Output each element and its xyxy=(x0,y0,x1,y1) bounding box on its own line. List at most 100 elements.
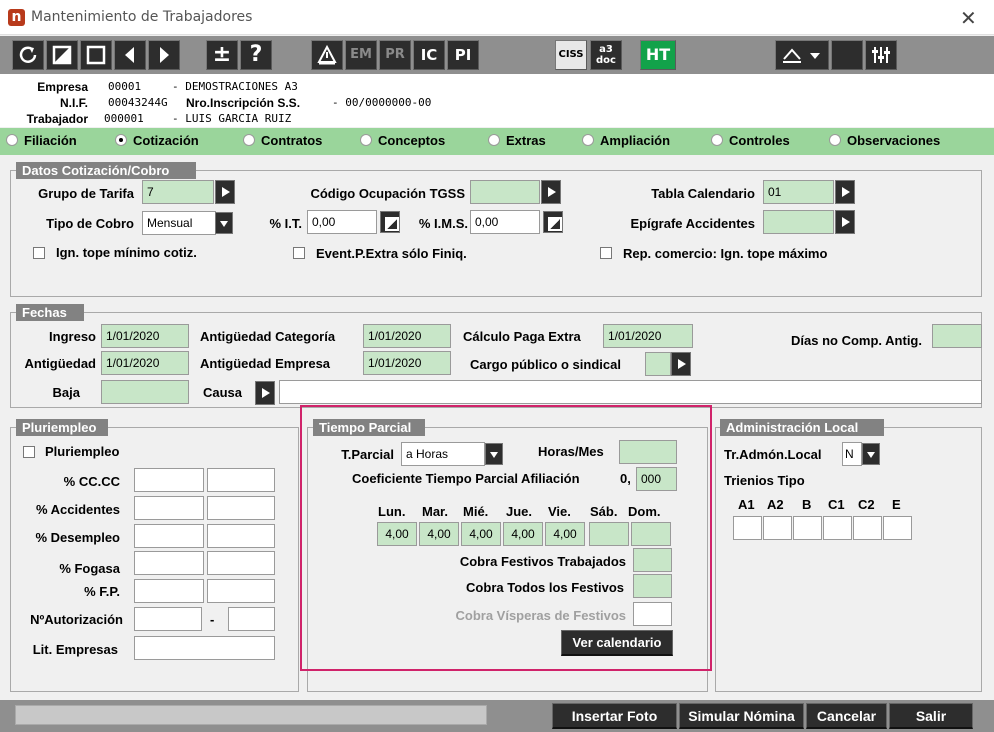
antiguedad-field[interactable]: 1/01/2020 xyxy=(101,351,189,375)
trienio-a2-field[interactable] xyxy=(763,516,792,540)
pr-button[interactable]: PR xyxy=(379,40,411,70)
next-icon[interactable] xyxy=(148,40,180,70)
tr-admon-label: Tr.Admón.Local xyxy=(724,447,822,462)
tab-ampliacion[interactable]: Ampliación xyxy=(582,133,670,148)
new-record-icon[interactable] xyxy=(80,40,112,70)
codigo-ocupacion-picker-icon[interactable] xyxy=(541,180,561,204)
refresh-icon[interactable] xyxy=(12,40,44,70)
tabla-calendario-field[interactable]: 01 xyxy=(763,180,834,204)
dias-no-comp-field[interactable] xyxy=(932,324,982,348)
ingreso-label: Ingreso xyxy=(49,329,96,344)
fp-field-1[interactable] xyxy=(134,579,204,603)
insertar-foto-button[interactable]: Insertar Foto xyxy=(552,703,677,729)
tab-extras[interactable]: Extras xyxy=(488,133,546,148)
tab-contratos[interactable]: Contratos xyxy=(243,133,322,148)
previous-icon[interactable] xyxy=(114,40,146,70)
fp-field-2[interactable] xyxy=(207,579,275,603)
pi-button[interactable]: PI xyxy=(447,40,479,70)
desempleo-field-1[interactable] xyxy=(134,524,204,548)
cargo-publico-field[interactable] xyxy=(645,352,671,376)
ht-button[interactable]: HT xyxy=(640,40,676,70)
ic-button[interactable]: IC xyxy=(413,40,445,70)
autorizacion-field-2[interactable] xyxy=(228,607,275,631)
cargo-publico-picker-icon[interactable] xyxy=(671,352,691,376)
tab-conceptos-label: Conceptos xyxy=(378,133,446,148)
accidentes-field-1[interactable] xyxy=(134,496,204,520)
tab-cotizacion[interactable]: Cotización xyxy=(115,133,199,148)
trabajador-label: Trabajador xyxy=(26,112,88,126)
edit-icon[interactable] xyxy=(46,40,78,70)
a3doc-line2: doc xyxy=(596,55,616,66)
antig-categoria-field[interactable]: 1/01/2020 xyxy=(363,324,451,348)
salir-button[interactable]: Salir xyxy=(889,703,973,729)
baja-field[interactable] xyxy=(101,380,189,404)
tr-admon-dropdown-icon[interactable] xyxy=(862,443,880,465)
layout-menu-icon[interactable] xyxy=(775,40,829,70)
ims-field[interactable]: 0,00 xyxy=(470,210,540,234)
trienio-a2-label: A2 xyxy=(767,497,784,512)
ims-calc-icon[interactable] xyxy=(543,211,563,233)
cc-field-1[interactable] xyxy=(134,468,204,492)
a3doc-button[interactable]: a3 doc xyxy=(590,40,622,70)
tab-controles[interactable]: Controles xyxy=(711,133,790,148)
grupo-tarifa-field[interactable]: 7 xyxy=(142,180,214,204)
desempleo-field-2[interactable] xyxy=(207,524,275,548)
it-field[interactable]: 0,00 xyxy=(307,210,377,234)
lit-empresas-field[interactable] xyxy=(134,636,275,660)
trienio-b-field[interactable] xyxy=(793,516,822,540)
cancelar-button[interactable]: Cancelar xyxy=(806,703,887,729)
ingreso-field[interactable]: 1/01/2020 xyxy=(101,324,189,348)
trienios-label: Trienios Tipo xyxy=(724,473,805,488)
tab-bar: Filiación Cotización Contratos Conceptos… xyxy=(0,128,994,155)
em-button[interactable]: EM xyxy=(345,40,377,70)
tab-conceptos[interactable]: Conceptos xyxy=(360,133,445,148)
tr-admon-select[interactable]: N xyxy=(842,442,862,466)
cc-field-2[interactable] xyxy=(207,468,275,492)
tab-filiacion[interactable]: Filiación xyxy=(6,133,77,148)
rep-comercio-checkbox[interactable] xyxy=(600,247,612,259)
fogasa-field-2[interactable] xyxy=(207,551,275,575)
antig-empresa-field[interactable]: 1/01/2020 xyxy=(363,351,451,375)
sliders-icon[interactable] xyxy=(865,40,897,70)
simular-nomina-button[interactable]: Simular Nómina xyxy=(679,703,804,729)
ciss-button[interactable]: CISS xyxy=(555,40,587,70)
trienio-c1-field[interactable] xyxy=(823,516,852,540)
tabla-calendario-picker-icon[interactable] xyxy=(835,180,855,204)
title-bar: n Mantenimiento de Trabajadores ✕ xyxy=(0,0,994,35)
tipo-cobro-dropdown-icon[interactable] xyxy=(215,212,233,234)
trienio-e-field[interactable] xyxy=(883,516,912,540)
event-extra-checkbox[interactable] xyxy=(293,247,305,259)
alert-icon[interactable] xyxy=(311,40,343,70)
trienio-c2-field[interactable] xyxy=(853,516,882,540)
footer-bar: Insertar Foto Simular Nómina Cancelar Sa… xyxy=(0,700,994,732)
antiguedad-label: Antigüedad xyxy=(24,356,97,371)
ign-tope-min-checkbox[interactable] xyxy=(33,247,45,259)
fogasa-field-1[interactable] xyxy=(134,551,204,575)
epigrafe-field[interactable] xyxy=(763,210,834,234)
autorizacion-field-1[interactable] xyxy=(134,607,202,631)
blank-tool-button[interactable] xyxy=(831,40,863,70)
tipo-cobro-select[interactable]: Mensual xyxy=(142,211,216,235)
dias-no-comp-label: Días no Comp. Antig. xyxy=(791,333,922,348)
causa-picker-icon[interactable] xyxy=(255,381,275,405)
ign-tope-min-label: Ign. tope mínimo cotiz. xyxy=(56,245,197,260)
tab-observaciones[interactable]: Observaciones xyxy=(829,133,940,148)
radio-icon xyxy=(488,134,500,146)
causa-field[interactable] xyxy=(279,380,982,404)
pluriempleo-checkbox[interactable] xyxy=(23,446,35,458)
it-label: % I.T. xyxy=(269,216,302,231)
accidentes-field-2[interactable] xyxy=(207,496,275,520)
radio-icon xyxy=(829,134,841,146)
lit-empresas-label: Lit. Empresas xyxy=(32,642,118,657)
epigrafe-label: Epígrafe Accidentes xyxy=(630,216,755,231)
grupo-tarifa-picker-icon[interactable] xyxy=(215,180,235,204)
calculo-paga-field[interactable]: 1/01/2020 xyxy=(603,324,693,348)
baja-label: Baja xyxy=(52,385,80,400)
trienio-a1-field[interactable] xyxy=(733,516,762,540)
plus-minus-icon[interactable]: ± xyxy=(206,40,238,70)
help-icon[interactable]: ? xyxy=(240,40,272,70)
codigo-ocupacion-field[interactable] xyxy=(470,180,540,204)
close-icon[interactable]: ✕ xyxy=(960,6,977,30)
it-calc-icon[interactable] xyxy=(380,211,400,233)
epigrafe-picker-icon[interactable] xyxy=(835,210,855,234)
